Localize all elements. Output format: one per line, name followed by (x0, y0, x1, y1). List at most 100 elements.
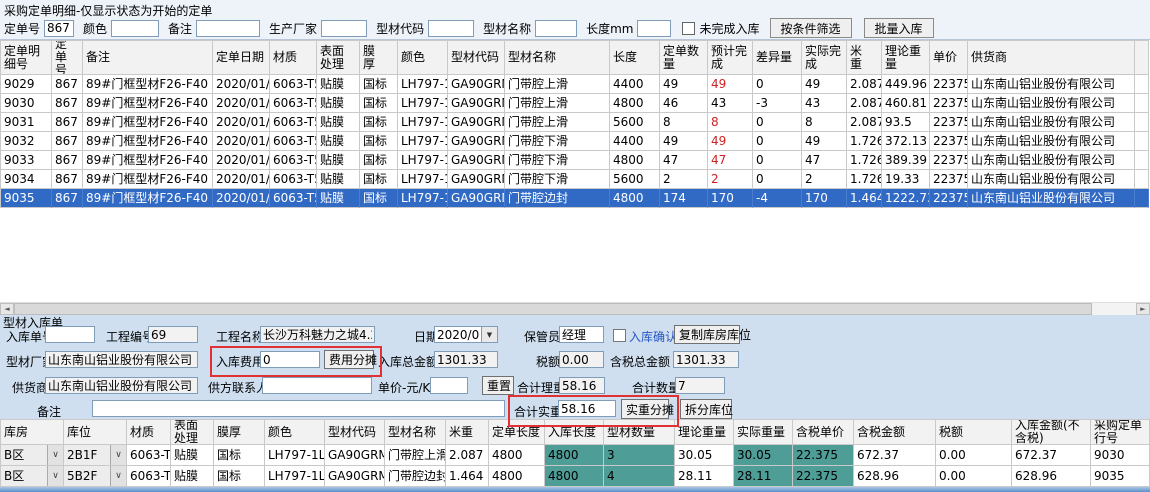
column-header[interactable]: 型材名称 (505, 40, 610, 75)
column-header[interactable]: 定单数量 (660, 40, 708, 75)
cell[interactable] (1135, 132, 1149, 151)
column-header[interactable]: 表面处理 (317, 40, 360, 75)
cell[interactable]: 9030 (1091, 445, 1150, 466)
cell[interactable]: 28.11 (675, 466, 734, 487)
date-input[interactable] (434, 326, 482, 343)
column-header[interactable]: 实际完成 (802, 40, 847, 75)
table-row[interactable]: 903286789#门框型材F26-F40（866+867）2020/01/13… (0, 132, 1149, 151)
cell[interactable]: 89#门框型材F26-F40（866+867） (83, 113, 213, 132)
cell[interactable]: 22375 (930, 132, 968, 151)
cell[interactable]: 贴膜 (317, 189, 360, 208)
cell[interactable]: 89#门框型材F26-F40（866+867） (83, 132, 213, 151)
cell[interactable]: 6063-T5 (270, 132, 317, 151)
cell[interactable]: 1.464 (847, 189, 882, 208)
cell[interactable]: 2.087 (847, 75, 882, 94)
table-row[interactable]: 903086789#门框型材F26-F40（866+867）2020/01/13… (0, 94, 1149, 113)
column-header[interactable]: 采购定单行号 (1091, 419, 1150, 445)
cell[interactable]: 2.087 (847, 113, 882, 132)
column-header[interactable]: 材质 (270, 40, 317, 75)
cell[interactable]: LH797-1LL0 (398, 94, 448, 113)
cell[interactable]: 22375 (930, 113, 968, 132)
column-header[interactable]: 备注 (83, 40, 213, 75)
table-row[interactable]: B区∨2B1F∨6063-T5贴膜国标LH797-1LL0GA90GRM03门带… (0, 445, 1150, 466)
cell[interactable]: 30.05 (734, 445, 793, 466)
cell[interactable]: 门带腔下滑 (505, 132, 610, 151)
cell[interactable] (1135, 151, 1149, 170)
unfinished-inbound-checkbox[interactable] (682, 22, 695, 35)
cell[interactable]: 1222.73 (882, 189, 930, 208)
cell[interactable]: B区∨ (0, 445, 64, 466)
cell[interactable]: 19.33 (882, 170, 930, 189)
cell[interactable]: GA90GRM03 (448, 75, 505, 94)
column-header[interactable]: 米重 (446, 419, 489, 445)
cell[interactable]: 6063-T5 (270, 113, 317, 132)
cell[interactable]: 49 (802, 75, 847, 94)
cell[interactable]: 170 (708, 189, 753, 208)
cell[interactable]: 国标 (360, 94, 398, 113)
cell[interactable]: 2 (660, 170, 708, 189)
cell[interactable]: 0.00 (936, 445, 1012, 466)
cell[interactable]: 国标 (360, 132, 398, 151)
cell[interactable]: 5600 (610, 113, 660, 132)
cell[interactable]: 贴膜 (171, 445, 214, 466)
column-header[interactable]: 含税单价 (793, 419, 854, 445)
cell[interactable]: 8 (660, 113, 708, 132)
cell[interactable]: 2020/01/13 (213, 113, 270, 132)
cell[interactable]: 5600 (610, 170, 660, 189)
cell[interactable]: 22.375 (793, 445, 854, 466)
scrollbar-thumb[interactable] (14, 303, 1092, 315)
cell[interactable]: 867 (52, 189, 83, 208)
cell[interactable]: GA90GRM04 (448, 170, 505, 189)
cell[interactable]: 贴膜 (317, 132, 360, 151)
table-row[interactable]: 902986789#门框型材F26-F40（866+867）2020/01/13… (0, 75, 1149, 94)
cell[interactable]: 46 (660, 94, 708, 113)
column-header[interactable]: 膜厚 (214, 419, 265, 445)
total-theory-weight-input[interactable] (559, 377, 605, 394)
filter-by-condition-button[interactable]: 按条件筛选 (770, 18, 852, 38)
column-header[interactable]: 型材名称 (385, 419, 446, 445)
column-header[interactable]: 预计完成 (708, 40, 753, 75)
cell[interactable] (1135, 189, 1149, 208)
color-filter-input[interactable] (111, 20, 159, 37)
total-actual-weight-input[interactable] (558, 400, 616, 417)
cell[interactable]: 4800 (610, 94, 660, 113)
table-row[interactable]: 903386789#门框型材F26-F40（866+867）2020/01/13… (0, 151, 1149, 170)
cell[interactable]: 22375 (930, 170, 968, 189)
column-header[interactable]: 定单明细号 (0, 40, 52, 75)
cell[interactable]: 9034 (0, 170, 52, 189)
cell[interactable]: 贴膜 (317, 94, 360, 113)
table-row[interactable]: 903186789#门框型材F26-F40（866+867）2020/01/13… (0, 113, 1149, 132)
cell[interactable]: 9033 (0, 151, 52, 170)
cell[interactable]: 4800 (545, 445, 604, 466)
cell[interactable]: 0 (753, 151, 802, 170)
supplier-input[interactable] (45, 377, 198, 394)
column-header[interactable]: 理论重量 (882, 40, 930, 75)
column-header[interactable]: 材质 (127, 419, 171, 445)
column-header[interactable] (1135, 40, 1149, 75)
fee-share-button[interactable]: 费用分摊 (324, 350, 374, 369)
cell[interactable]: 山东南山铝业股份有限公司 (968, 132, 1135, 151)
cell[interactable]: 5B2F∨ (64, 466, 127, 487)
manufacturer-filter-input[interactable] (321, 20, 367, 37)
column-header[interactable]: 税额 (936, 419, 1012, 445)
cell[interactable]: 30.05 (675, 445, 734, 466)
cell[interactable]: 1.726 (847, 132, 882, 151)
cell[interactable]: 28.11 (734, 466, 793, 487)
cell[interactable]: LH797-1LL0 (398, 113, 448, 132)
cell[interactable]: 9030 (0, 94, 52, 113)
cell[interactable]: 2.087 (446, 445, 489, 466)
cell[interactable]: 山东南山铝业股份有限公司 (968, 113, 1135, 132)
column-header[interactable]: 型材数量 (604, 419, 675, 445)
column-header[interactable]: 入库长度 (545, 419, 604, 445)
cell[interactable]: 9032 (0, 132, 52, 151)
column-header[interactable]: 定单日期 (213, 40, 270, 75)
cell[interactable]: 867 (52, 132, 83, 151)
cell[interactable]: 89#门框型材F26-F40（866+867） (83, 170, 213, 189)
table-row[interactable]: 903586789#门框型材F26-F40（866+867）2020/01/13… (0, 189, 1149, 208)
column-header[interactable]: 差异量 (753, 40, 802, 75)
split-location-button[interactable]: 拆分库位 (680, 399, 732, 419)
dropdown-arrow-icon[interactable]: ∨ (110, 445, 126, 465)
cell[interactable]: 4800 (489, 445, 545, 466)
cell[interactable]: 国标 (214, 466, 265, 487)
column-header[interactable]: 定单长度 (489, 419, 545, 445)
